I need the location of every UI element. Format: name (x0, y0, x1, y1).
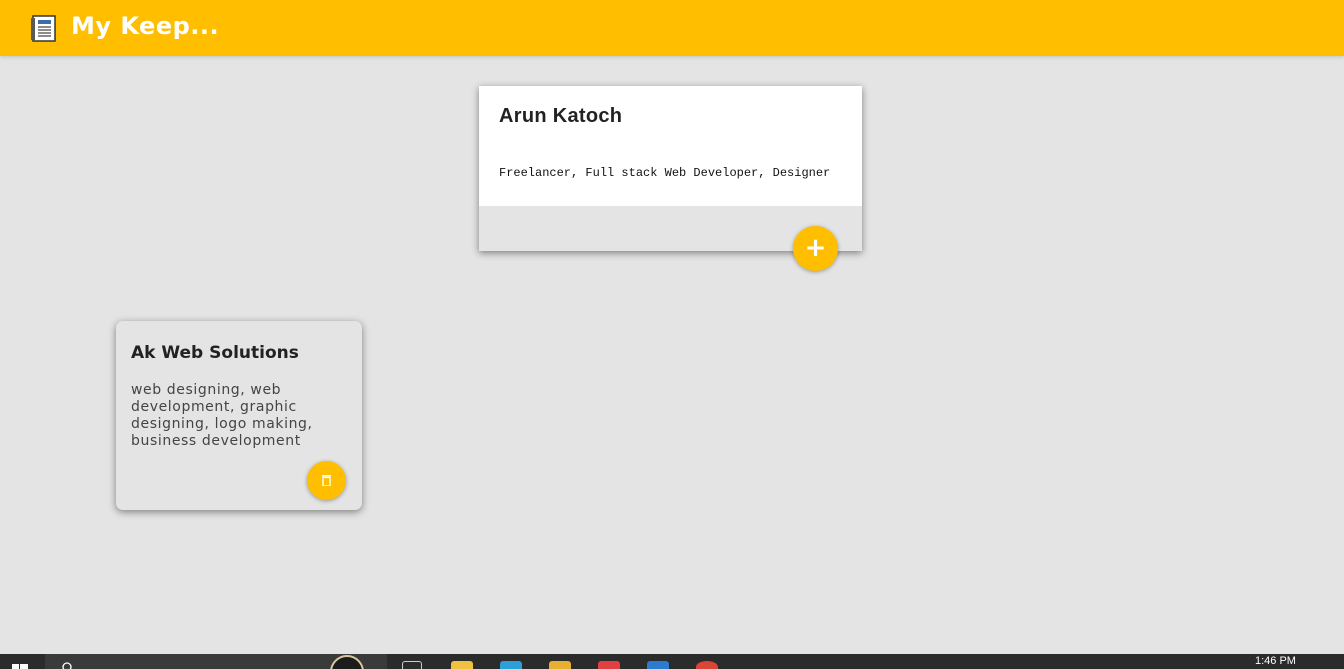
taskbar-clock[interactable]: 1:46 PM (1255, 655, 1296, 667)
taskbar-search[interactable] (45, 654, 387, 669)
note-title-input[interactable]: Arun Katoch (499, 105, 622, 128)
cortana-icon[interactable] (330, 655, 364, 669)
add-note-button[interactable]: + (793, 226, 838, 271)
task-view-icon[interactable] (402, 661, 422, 669)
note-content: web designing, web development, graphic … (131, 382, 313, 449)
create-note-body: Arun Katoch Freelancer, Full stack Web D… (479, 86, 862, 206)
windows-taskbar: 1:46 PM (0, 654, 1344, 669)
create-note-form: Arun Katoch Freelancer, Full stack Web D… (479, 86, 862, 251)
app-title: My Keep... (71, 12, 220, 40)
app-icon[interactable] (598, 661, 620, 669)
store-icon[interactable] (500, 661, 522, 669)
paint-icon[interactable] (549, 661, 571, 669)
plus-icon: + (804, 233, 827, 263)
search-icon (62, 662, 72, 669)
vscode-icon[interactable] (647, 661, 669, 669)
trash-icon (322, 475, 331, 486)
windows-start-icon[interactable] (12, 664, 28, 669)
file-explorer-icon[interactable] (451, 661, 473, 669)
app-header: My Keep... (0, 0, 1344, 56)
notebook-icon (30, 14, 56, 42)
note-content-textarea[interactable]: Freelancer, Full stack Web Developer, De… (499, 166, 830, 180)
note-title: Ak Web Solutions (131, 343, 299, 363)
chrome-icon[interactable] (696, 661, 718, 669)
delete-note-button[interactable] (307, 461, 346, 500)
